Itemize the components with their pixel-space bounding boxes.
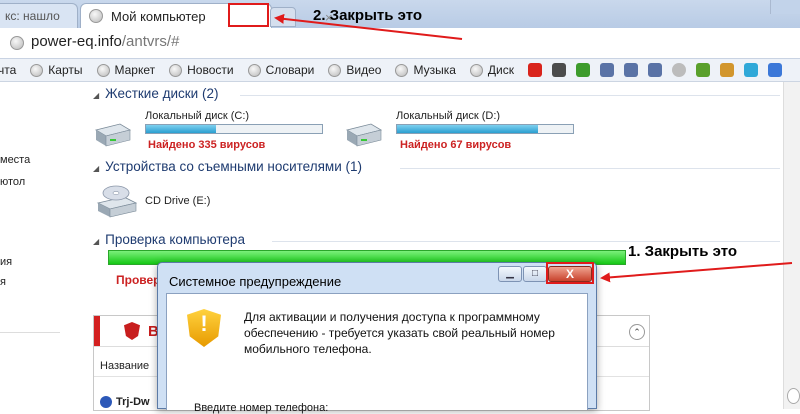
hard-drive-icon xyxy=(345,123,383,147)
dialog-body: ! Для активации и получения доступа к пр… xyxy=(166,293,588,414)
drive-c-usage-fill xyxy=(146,125,217,133)
nix-icon[interactable] xyxy=(623,63,638,77)
hard-drives-heading: ◢ Жесткие диски (2) xyxy=(93,86,218,101)
collapse-triangle-icon[interactable]: ◢ xyxy=(93,164,99,173)
globe-icon xyxy=(395,63,409,77)
section-divider xyxy=(272,241,780,242)
phone-number-label: Введите номер телефона: xyxy=(194,402,329,414)
bubble-icon[interactable] xyxy=(743,63,758,77)
cd-drive-icon xyxy=(96,185,138,218)
sidebar-item[interactable]: ютол xyxy=(0,176,25,188)
scan-heading: ◢ Проверка компьютера xyxy=(93,232,245,247)
table-row[interactable]: Trj-Dw xyxy=(116,396,150,408)
bookmark-item[interactable]: Карты xyxy=(30,63,83,77)
scan-status-text: Провер xyxy=(116,273,161,287)
collapse-triangle-icon[interactable]: ◢ xyxy=(93,91,99,100)
globe-icon[interactable] xyxy=(671,63,686,77)
page-scrollbar[interactable] xyxy=(783,82,800,409)
drive-c-virus-count: Найдено 335 вирусов xyxy=(148,139,266,151)
collapse-triangle-icon[interactable]: ◢ xyxy=(93,237,99,246)
tab-label: Мой компьютер xyxy=(111,8,206,24)
tab-previous[interactable]: кс: нашло xyxy=(0,3,78,28)
drive-c-label[interactable]: Локальный диск (C:) xyxy=(145,110,249,122)
bookmark-label: Музыка xyxy=(413,63,456,77)
dialog-message: Для активации и получения доступа к прог… xyxy=(244,310,555,356)
globe-icon xyxy=(169,63,183,77)
youtube-icon[interactable] xyxy=(527,63,542,77)
bookmark-item[interactable]: Новости xyxy=(169,63,234,77)
bookmark-label: Видео xyxy=(346,63,382,77)
address-url[interactable]: power-eq.info/antvrs/# xyxy=(31,33,179,50)
column-header-name[interactable]: Название xyxy=(100,360,149,372)
removable-heading: ◢ Устройства со съемными носителями (1) xyxy=(93,159,362,174)
google-icon[interactable] xyxy=(767,63,782,77)
section-divider xyxy=(240,95,780,96)
drive-d-usage-bar xyxy=(396,124,574,134)
dialog-close-highlight xyxy=(546,262,594,284)
virus-shield-icon xyxy=(124,322,140,340)
tab-close-highlight xyxy=(228,3,269,27)
sidebar-divider xyxy=(0,332,60,333)
sidebar-item[interactable]: я xyxy=(0,276,6,288)
plant-icon[interactable] xyxy=(695,63,710,77)
address-bar[interactable]: power-eq.info/antvrs/# xyxy=(0,28,800,59)
left-sidebar: места ютол ия я xyxy=(0,82,72,409)
arrow-to-dialog-close xyxy=(600,262,793,283)
dialog-title: Системное предупреждение xyxy=(169,274,342,289)
drive-d-virus-count: Найдено 67 вирусов xyxy=(400,139,512,151)
dialog-maximize-button[interactable]: □ xyxy=(523,266,547,282)
address-path: /antvrs/# xyxy=(121,33,180,50)
page-globe-icon xyxy=(10,36,24,50)
hard-drive-icon xyxy=(94,123,132,147)
removable-title: Устройства со съемными носителями (1) xyxy=(105,159,363,174)
tab-label: кс: нашло xyxy=(5,9,60,23)
bookmarks-bar: чта Карты Маркет Новости Словари Видео М… xyxy=(0,59,800,82)
scan-title: Проверка компьютера xyxy=(105,232,245,247)
bookmark-label: Карты xyxy=(48,63,83,77)
bookmark-label: Диск xyxy=(487,63,514,77)
collapse-chevron-icon[interactable]: ⌃ xyxy=(629,324,645,340)
drive-d-usage-fill xyxy=(397,125,538,133)
globe-icon xyxy=(96,63,110,77)
nix-icon[interactable] xyxy=(647,63,662,77)
bookmark-item[interactable]: чта xyxy=(0,63,16,77)
cd-drive-label[interactable]: CD Drive (E:) xyxy=(145,195,210,207)
globe-icon xyxy=(30,63,44,77)
tag-icon[interactable] xyxy=(551,63,566,77)
exclamation-icon: ! xyxy=(200,311,208,336)
bookmark-item[interactable]: Диск xyxy=(469,63,514,77)
globe-icon xyxy=(89,9,103,23)
bookmark-icons-group xyxy=(527,63,792,77)
window-minimize-button[interactable] xyxy=(770,0,800,14)
scroll-up-icon[interactable] xyxy=(787,388,800,404)
new-tab-button[interactable] xyxy=(270,7,296,27)
drive-d-label[interactable]: Локальный диск (D:) xyxy=(396,110,500,122)
puzzle-icon[interactable] xyxy=(719,63,734,77)
globe-icon xyxy=(469,63,483,77)
virus-panel-accent xyxy=(94,316,100,346)
bookmark-item[interactable]: Музыка xyxy=(395,63,456,77)
bookmark-item[interactable]: Видео xyxy=(328,63,381,77)
bookmark-label: Новости xyxy=(187,63,234,77)
system-warning-dialog: Системное предупреждение ▁ □ X ! Для акт… xyxy=(157,262,597,414)
globe-icon xyxy=(247,63,261,77)
bookmark-label: чта xyxy=(0,63,17,77)
bookmark-label: Словари xyxy=(265,63,315,77)
nix-icon[interactable] xyxy=(599,63,614,77)
threat-icon xyxy=(100,396,112,408)
annotation-step-2: 2. Закрыть это xyxy=(313,7,423,24)
annotation-step-1: 1. Закрыть это xyxy=(628,243,738,260)
hard-drives-title: Жесткие диски (2) xyxy=(105,86,219,101)
drive-c-usage-bar xyxy=(145,124,323,134)
dialog-minimize-button[interactable]: ▁ xyxy=(498,266,522,282)
address-domain: power-eq.info xyxy=(31,33,122,50)
section-divider xyxy=(400,168,780,169)
bookmark-item[interactable]: Маркет xyxy=(96,63,156,77)
globe-icon xyxy=(328,63,342,77)
sidebar-item[interactable]: места xyxy=(0,154,30,166)
leaf-icon[interactable] xyxy=(575,63,590,77)
bookmark-item[interactable]: Словари xyxy=(247,63,315,77)
sidebar-item[interactable]: ия xyxy=(0,256,12,268)
bookmark-label: Маркет xyxy=(114,63,156,77)
